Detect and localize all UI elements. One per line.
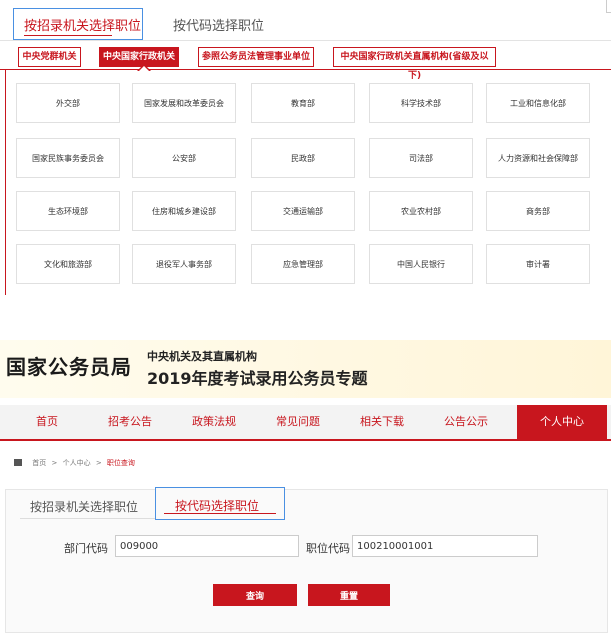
nav-faq[interactable]: 常见问题 bbox=[265, 405, 331, 439]
home-icon bbox=[14, 459, 22, 466]
breadcrumb-user-center[interactable]: 个人中心 bbox=[63, 459, 91, 467]
dept-cell[interactable]: 人力资源和社会保障部 bbox=[486, 138, 590, 178]
position-code-label: 职位代码 bbox=[306, 542, 350, 555]
category-reference-units[interactable]: 参照公务员法管理事业单位 bbox=[198, 47, 314, 67]
dept-cell[interactable]: 外交部 bbox=[16, 83, 120, 123]
dept-cell[interactable]: 工业和信息化部 bbox=[486, 83, 590, 123]
breadcrumb-home[interactable]: 首页 bbox=[32, 459, 46, 467]
dept-cell[interactable]: 中国人民银行 bbox=[369, 244, 473, 284]
department-panel: 外交部 国家发展和改革委员会 教育部 科学技术部 工业和信息化部 国家民族事务委… bbox=[5, 70, 611, 295]
dept-cell[interactable]: 农业农村部 bbox=[369, 191, 473, 231]
top-section: 按招录机关选择职位 按代码选择职位 中央党群机关 中央国家行政机关 参照公务员法… bbox=[0, 0, 611, 300]
dept-cell[interactable]: 司法部 bbox=[369, 138, 473, 178]
nav-user-center[interactable]: 个人中心 bbox=[517, 405, 607, 439]
nav-downloads[interactable]: 相关下载 bbox=[349, 405, 415, 439]
dept-cell[interactable]: 教育部 bbox=[251, 83, 355, 123]
main-nav: 首页 招考公告 政策法规 常见问题 相关下载 公告公示 个人中心 bbox=[0, 405, 611, 441]
dept-cell[interactable]: 退役军人事务部 bbox=[132, 244, 236, 284]
dept-cell[interactable]: 交通运输部 bbox=[251, 191, 355, 231]
lower-tab-by-agency[interactable]: 按招录机关选择职位 bbox=[30, 498, 138, 515]
tab-by-code[interactable]: 按代码选择职位 bbox=[173, 15, 264, 34]
dept-cell[interactable]: 国家民族事务委员会 bbox=[16, 138, 120, 178]
corner-mark bbox=[606, 0, 611, 13]
tab-by-agency-label: 按招录机关选择职位 bbox=[24, 19, 142, 34]
lower-tab-underline bbox=[164, 513, 276, 514]
banner-title: 2019年度考试录用公务员专题 bbox=[147, 369, 368, 388]
dept-code-label: 部门代码 bbox=[64, 542, 108, 555]
dept-cell[interactable]: 科学技术部 bbox=[369, 83, 473, 123]
dept-cell[interactable]: 应急管理部 bbox=[251, 244, 355, 284]
lower-tab-by-code[interactable]: 按代码选择职位 bbox=[155, 487, 285, 520]
tab-by-agency[interactable]: 按招录机关选择职位 bbox=[13, 8, 143, 40]
nav-home[interactable]: 首页 bbox=[14, 405, 80, 439]
nav-notices[interactable]: 公告公示 bbox=[433, 405, 499, 439]
dept-cell[interactable]: 商务部 bbox=[486, 191, 590, 231]
dept-cell[interactable]: 民政部 bbox=[251, 138, 355, 178]
breadcrumb-separator: > bbox=[51, 459, 58, 467]
site-logo[interactable]: 国家公务员局 bbox=[6, 351, 132, 380]
dept-code-input[interactable] bbox=[115, 535, 299, 557]
dept-cell[interactable]: 文化和旅游部 bbox=[16, 244, 120, 284]
breadcrumb-separator: > bbox=[95, 459, 102, 467]
dept-cell[interactable]: 住房和城乡建设部 bbox=[132, 191, 236, 231]
nav-announcements[interactable]: 招考公告 bbox=[97, 405, 163, 439]
dept-cell[interactable]: 公安部 bbox=[132, 138, 236, 178]
category-party[interactable]: 中央党群机关 bbox=[18, 47, 81, 67]
position-code-input[interactable] bbox=[352, 535, 538, 557]
reset-button[interactable]: 重置 bbox=[308, 584, 390, 606]
dept-cell[interactable]: 审计署 bbox=[486, 244, 590, 284]
lower-tab-by-code-label: 按代码选择职位 bbox=[175, 499, 260, 513]
category-direct-agencies[interactable]: 中央国家行政机关直属机构(省级及以下) bbox=[333, 47, 496, 81]
banner-subtitle: 中央机关及其直属机构 bbox=[147, 350, 257, 363]
search-button[interactable]: 查询 bbox=[213, 584, 297, 606]
tab-underline bbox=[24, 35, 112, 36]
breadcrumb-current: 职位查询 bbox=[106, 459, 135, 467]
breadcrumb: 首页 > 个人中心 > 职位查询 bbox=[14, 458, 135, 468]
dept-cell[interactable]: 国家发展和改革委员会 bbox=[132, 83, 236, 123]
top-tab-bar: 按招录机关选择职位 按代码选择职位 bbox=[0, 0, 611, 41]
dept-cell[interactable]: 生态环境部 bbox=[16, 191, 120, 231]
nav-policies[interactable]: 政策法规 bbox=[181, 405, 247, 439]
